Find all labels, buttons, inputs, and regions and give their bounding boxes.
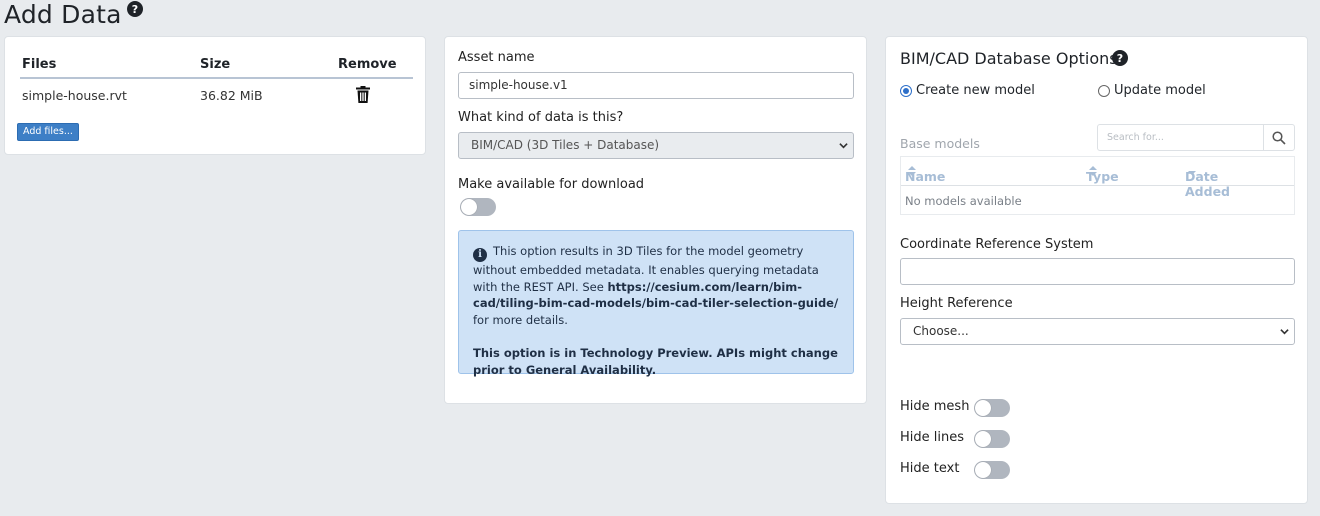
- base-models-label: Base models: [900, 136, 980, 151]
- trash-icon[interactable]: [356, 86, 370, 103]
- base-models-table: Name Type Date Added No models available: [900, 156, 1295, 215]
- files-header: Files: [22, 57, 57, 72]
- date-column-header[interactable]: Date Added: [1185, 163, 1230, 199]
- download-toggle[interactable]: [460, 198, 496, 216]
- asset-name-label: Asset name: [458, 50, 535, 65]
- asset-name-input[interactable]: simple-house.v1: [458, 72, 854, 99]
- download-label: Make available for download: [458, 177, 645, 192]
- bim-options-card: BIM/CAD Database Options ? Create new mo…: [885, 36, 1308, 504]
- bim-title: BIM/CAD Database Options: [900, 49, 1118, 68]
- search-icon[interactable]: [1272, 131, 1286, 145]
- height-reference-select[interactable]: Choose...: [900, 318, 1295, 345]
- asset-card: Asset name simple-house.v1 What kind of …: [444, 36, 867, 404]
- crs-label: Coordinate Reference System: [900, 237, 1094, 252]
- info-paragraph: i This option results in 3D Tiles for the…: [473, 244, 839, 327]
- data-kind-label: What kind of data is this?: [458, 110, 624, 125]
- help-icon[interactable]: ?: [1112, 50, 1128, 66]
- info-icon: i: [473, 248, 487, 263]
- hide-text-toggle[interactable]: [974, 461, 1010, 479]
- files-card: Files Size Remove simple-house.rvt 36.82…: [4, 36, 426, 155]
- type-column-header[interactable]: Type: [1086, 163, 1119, 184]
- hide-mesh-toggle[interactable]: [974, 399, 1010, 417]
- file-size: 36.82 MiB: [200, 88, 263, 103]
- radio-update-model[interactable]: Update model: [1098, 83, 1206, 98]
- hide-lines-toggle[interactable]: [974, 430, 1010, 448]
- crs-input[interactable]: [900, 258, 1295, 285]
- model-search: Search for...: [1097, 124, 1295, 151]
- file-name: simple-house.rvt: [22, 88, 127, 103]
- chevron-down-icon: [1280, 329, 1289, 335]
- name-column-header[interactable]: Name: [905, 163, 945, 184]
- help-icon[interactable]: ?: [127, 1, 143, 17]
- hide-text-label: Hide text: [900, 461, 960, 476]
- files-table-header: Files Size Remove: [20, 55, 413, 79]
- chevron-down-icon: [839, 143, 848, 149]
- height-reference-value: Choose...: [913, 324, 969, 338]
- hide-mesh-label: Hide mesh: [900, 399, 970, 414]
- page-title: Add Data: [4, 0, 122, 29]
- info-alert: i This option results in 3D Tiles for the…: [458, 230, 854, 377]
- models-table-header: Name Type Date Added: [901, 157, 1294, 199]
- height-reference-label: Height Reference: [900, 296, 1013, 311]
- data-kind-value: BIM/CAD (3D Tiles + Database): [471, 138, 660, 152]
- remove-header: Remove: [338, 57, 397, 72]
- hide-lines-label: Hide lines: [900, 430, 965, 445]
- empty-message: No models available: [905, 194, 1022, 208]
- radio-unchecked-icon: [1098, 84, 1110, 97]
- size-header: Size: [200, 57, 231, 72]
- data-kind-select[interactable]: BIM/CAD (3D Tiles + Database): [458, 132, 854, 159]
- preview-note: This option is in Technology Preview. AP…: [473, 346, 838, 377]
- add-files-button[interactable]: Add files...: [17, 123, 79, 141]
- table-row: simple-house.rvt 36.82 MiB: [20, 79, 413, 111]
- search-input[interactable]: Search for...: [1098, 125, 1264, 150]
- radio-checked-icon: [900, 84, 912, 97]
- files-table: Files Size Remove simple-house.rvt 36.82…: [20, 55, 413, 111]
- radio-create-model[interactable]: Create new model: [900, 83, 1035, 98]
